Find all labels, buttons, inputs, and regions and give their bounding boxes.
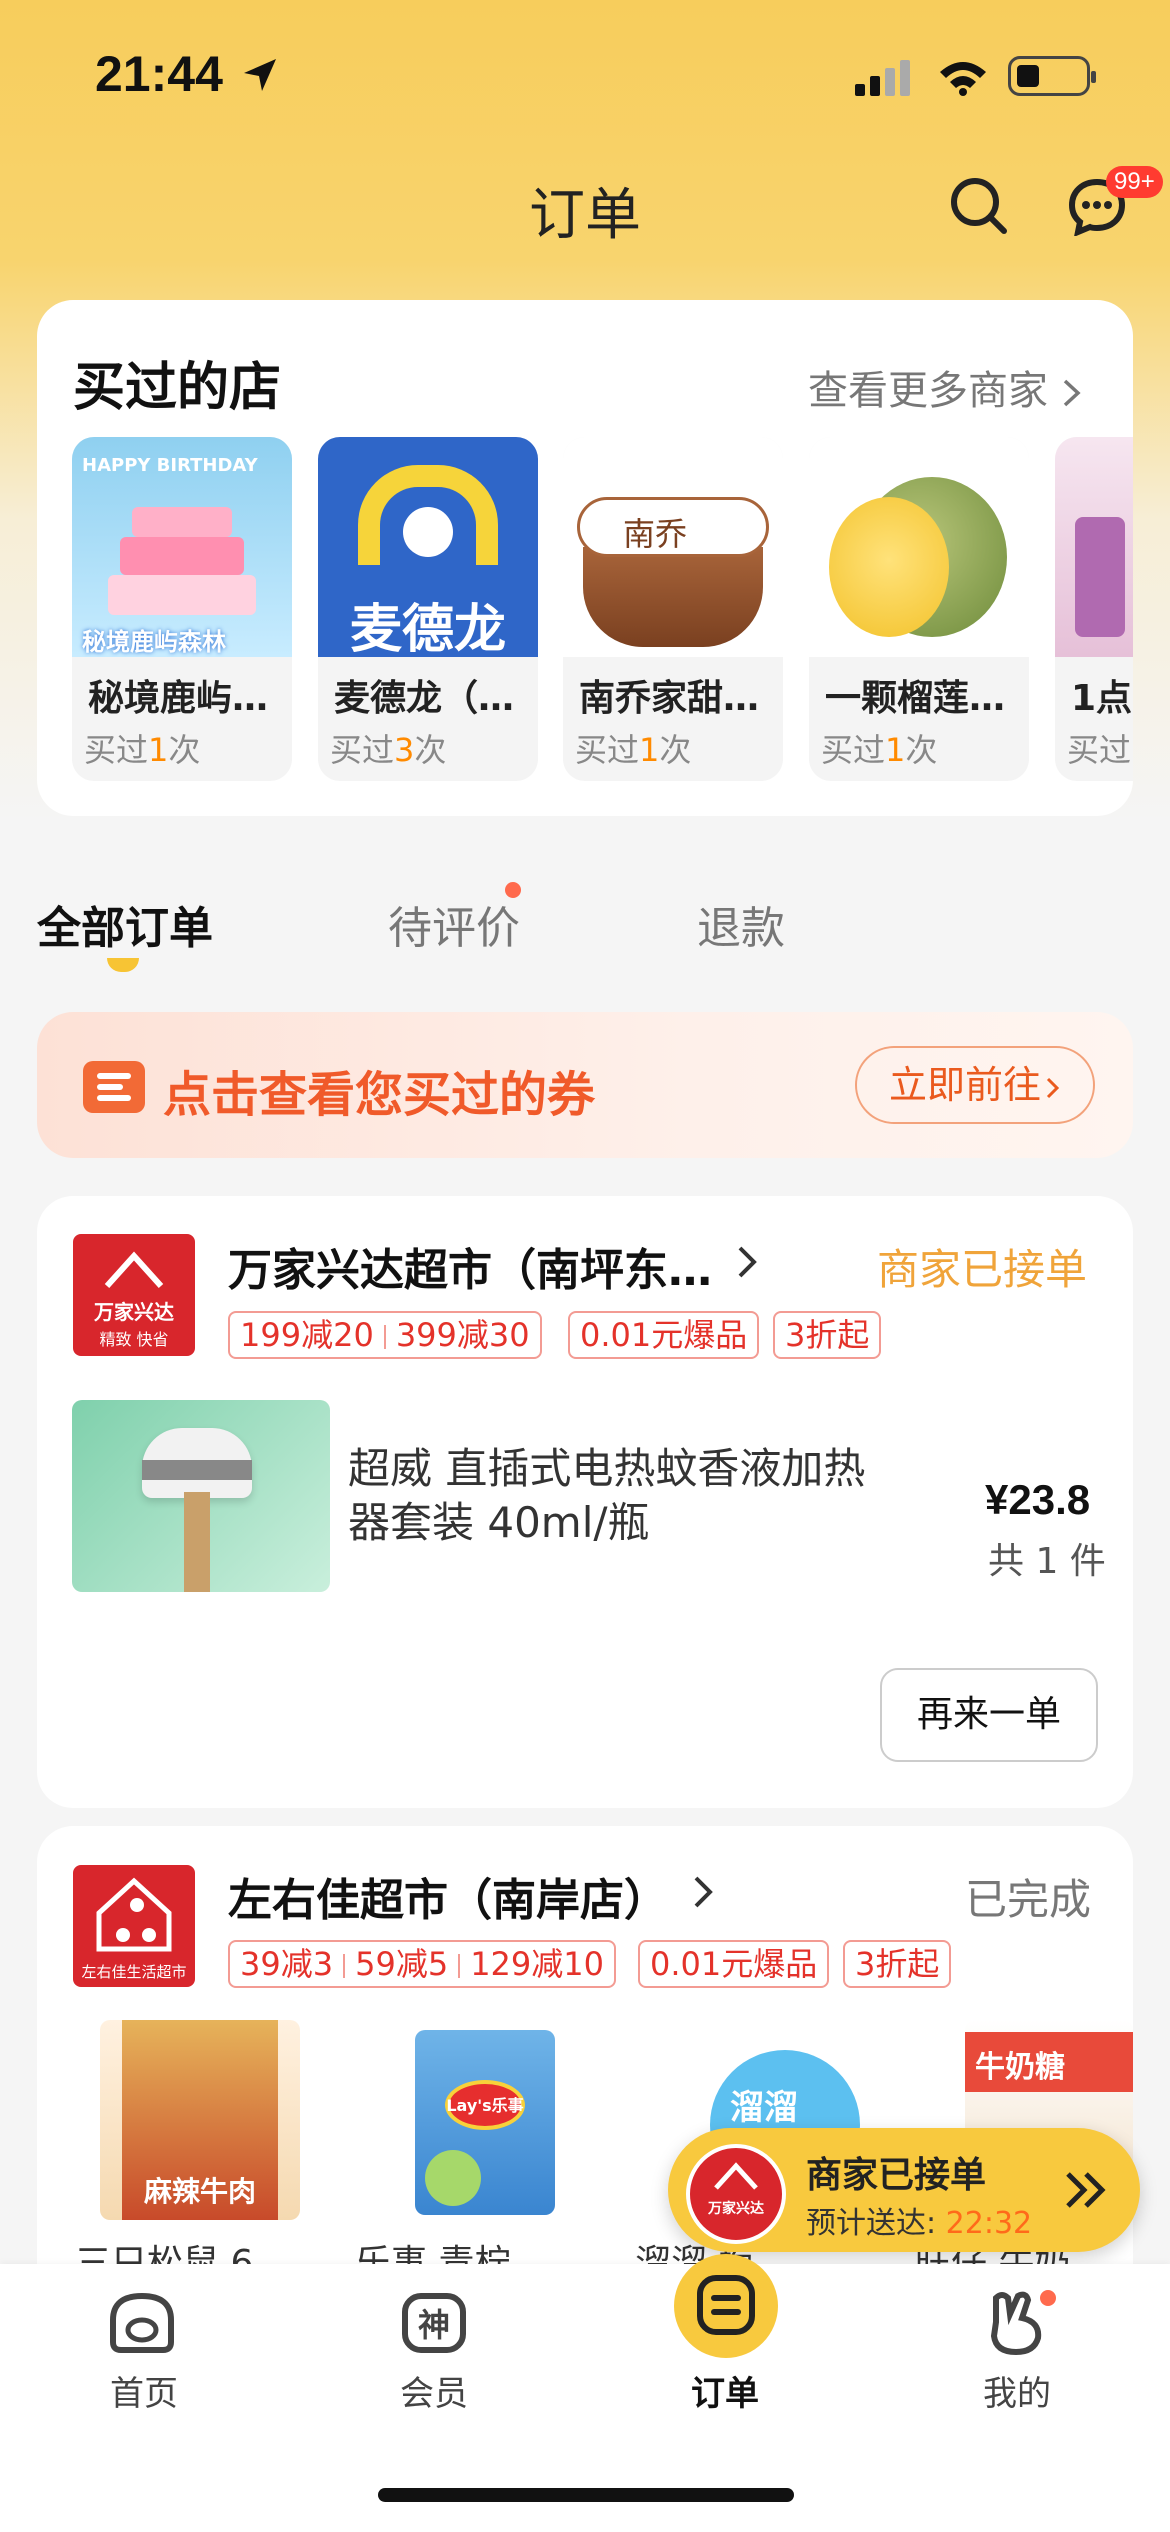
store-image-1: 麦德龙 — [318, 437, 538, 657]
store-count-4: 买过 — [1067, 731, 1132, 769]
member-icon-glyph: 神 — [417, 2306, 450, 2344]
shop-logo-1: 万家兴达 精致 快省 — [73, 1234, 195, 1356]
coupon-banner-text: 点击查看您买过的券 — [163, 1067, 596, 1123]
more-merchants-label: 查看更多商家 — [808, 368, 1048, 414]
store-image-3 — [809, 437, 1029, 657]
order-icon — [697, 2275, 755, 2335]
bought-stores-title: 买过的店 — [73, 358, 282, 418]
logo-mark-icon — [104, 1251, 164, 1289]
store-item-3[interactable]: 一颗榴莲… 买过1次 — [809, 437, 1029, 781]
logo-delivery-icon — [96, 1877, 172, 1952]
store-count-3: 买过1次 — [821, 731, 938, 769]
chevron-right-icon[interactable] — [736, 1244, 758, 1280]
promo-tag-flash: 0.01元爆品 — [638, 1940, 830, 1988]
promo-tag-discount: 3折起 — [843, 1940, 952, 1988]
nav-mine-label: 我的 — [983, 2374, 1051, 2414]
store-name-0: 秘境鹿屿… — [88, 678, 269, 719]
pill-status-title: 商家已接单 — [806, 2155, 987, 2196]
product-name-1: 超威 直插式电热蚊香液加热器套装 40ml/瓶 — [348, 1444, 866, 1547]
store-name-3: 一颗榴莲… — [825, 678, 1006, 719]
product-image-1 — [72, 1400, 330, 1592]
nav-order-label[interactable]: 订单 — [665, 2366, 785, 2415]
shop-name-2[interactable]: 左右佳超市（南岸店） — [228, 1864, 668, 1928]
location-arrow-icon — [244, 59, 276, 91]
status-time: 21:44 — [95, 46, 223, 102]
promo-tag-discount: 3折起 — [773, 1311, 882, 1359]
product-thumb-1[interactable]: 麻辣牛肉 — [100, 2020, 300, 2220]
cellular-signal-icon — [855, 60, 910, 96]
shop-name-1[interactable]: 万家兴达超市（南坪东… — [228, 1234, 712, 1298]
store-image-text-2: 南乔 — [623, 515, 688, 553]
store-image-banner-0: HAPPY BIRTHDAY — [82, 455, 258, 476]
chevron-right-icon[interactable] — [692, 1874, 714, 1910]
coupon-icon — [83, 1061, 145, 1113]
promo-tag-full-reduction: 199减20 399减30 — [228, 1311, 542, 1359]
store-item-0[interactable]: HAPPY BIRTHDAY 秘境鹿屿森林 秘境鹿屿… 买过1次 — [72, 437, 292, 781]
pill-eta: 预计送达: 22:32 — [806, 2206, 1033, 2241]
shop-logo-sub-1: 精致 快省 — [99, 1330, 169, 1349]
product-thumb-2[interactable]: Lay's乐事 — [385, 2020, 585, 2220]
store-name-1: 麦德龙（… — [334, 678, 515, 719]
product-price-1: ¥23.8 — [985, 1476, 1091, 1523]
tab-refund[interactable]: 退款 — [697, 892, 785, 956]
more-merchants-link[interactable]: 查看更多商家 — [808, 358, 1083, 416]
tab-active-indicator — [107, 958, 139, 972]
store-count-0: 买过1次 — [84, 731, 201, 769]
search-icon[interactable] — [948, 175, 1010, 237]
product-thumb-text-1: 麻辣牛肉 — [143, 2175, 256, 2208]
nav-member-label: 会员 — [400, 2374, 468, 2414]
battery-icon — [1008, 56, 1096, 96]
store-item-1[interactable]: 麦德龙 麦德龙（… 买过3次 — [318, 437, 538, 781]
order-status-2: 已完成 — [965, 1875, 1092, 1924]
store-item-2[interactable]: 南乔 南乔家甜… 买过1次 — [563, 437, 783, 781]
order-status-1: 商家已接单 — [877, 1245, 1088, 1294]
product-thumb-text-3: 溜溜 — [730, 2088, 798, 2128]
go-now-label: 立即前往 — [888, 1063, 1041, 1107]
pill-logo-text: 万家兴达 — [708, 2201, 764, 2217]
store-count-1: 买过3次 — [330, 731, 447, 769]
shop-logo-text-2: 左右佳生活超市 — [81, 1963, 187, 1981]
pill-shop-logo: 万家兴达 — [686, 2144, 786, 2244]
tab-pending-review[interactable]: 待评价 — [388, 892, 520, 956]
product-qty-1: 共 1 件 — [988, 1541, 1106, 1582]
logo-mark-icon — [714, 2162, 758, 2190]
shop-logo-2: 左右佳生活超市 — [73, 1865, 195, 1987]
message-badge: 99+ — [1106, 166, 1163, 198]
home-indicator — [378, 2488, 794, 2502]
shop-logo-text-1: 万家兴达 — [94, 1300, 174, 1324]
store-image-4 — [1055, 437, 1133, 657]
store-image-text-1: 麦德龙 — [349, 600, 506, 657]
store-count-2: 买过1次 — [575, 731, 692, 769]
store-image-0: HAPPY BIRTHDAY 秘境鹿屿森林 — [72, 437, 292, 657]
store-name-4: 1点 — [1071, 678, 1133, 719]
nav-home-label: 首页 — [110, 2374, 178, 2414]
wifi-icon — [940, 62, 986, 96]
mine-notification-dot — [1040, 2290, 1056, 2306]
pending-review-dot — [505, 882, 521, 898]
store-name-2: 南乔家甜… — [579, 678, 760, 719]
double-chevron-right-icon — [1066, 2172, 1106, 2208]
chevron-right-icon — [1046, 1077, 1060, 1098]
product-thumb-text-4: 牛奶糖 — [975, 2050, 1065, 2085]
go-now-button[interactable]: 立即前往 — [855, 1046, 1095, 1124]
promo-tag-full-reduction: 39减3 59减5 129减10 — [228, 1940, 616, 1988]
reorder-button[interactable]: 再来一单 — [880, 1668, 1098, 1762]
store-image-2: 南乔 — [563, 437, 783, 657]
tab-all-orders[interactable]: 全部订单 — [37, 892, 213, 956]
store-image-text-0: 秘境鹿屿森林 — [82, 628, 226, 656]
chevron-right-icon — [1063, 379, 1081, 407]
home-icon — [110, 2292, 174, 2353]
store-item-4[interactable]: 1点 买过 — [1055, 437, 1133, 781]
product-thumb-text-2: Lay's乐事 — [446, 2096, 524, 2115]
promo-tag-flash: 0.01元爆品 — [568, 1311, 760, 1359]
